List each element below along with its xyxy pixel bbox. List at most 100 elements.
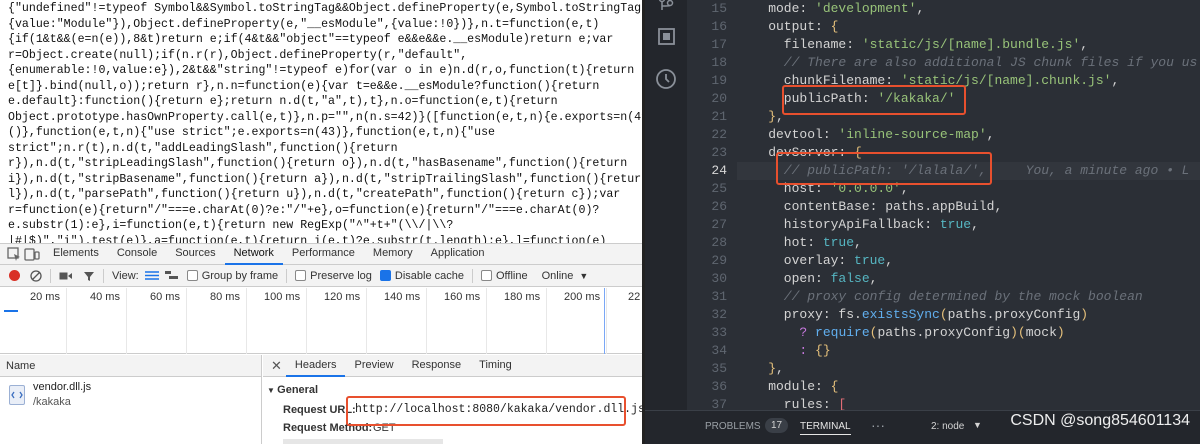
line-number: 15 bbox=[711, 1, 727, 16]
tab-timing[interactable]: Timing bbox=[470, 355, 521, 377]
tab-headers[interactable]: Headers bbox=[285, 355, 346, 377]
problems-count-badge: 17 bbox=[765, 418, 789, 433]
source-line: e[t]}.bind(null,o));return r},n.n=functi… bbox=[8, 79, 600, 93]
request-url-label: Request URL: bbox=[283, 404, 356, 416]
preserve-log-checkbox[interactable] bbox=[295, 270, 307, 281]
tab-performance[interactable]: Performance bbox=[283, 243, 364, 265]
line-number: 28 bbox=[711, 235, 727, 250]
source-line: |#|$)","i").test(e)},a=function(e,t){ret… bbox=[8, 234, 607, 244]
tab-console[interactable]: Console bbox=[108, 243, 166, 265]
source-line: ()},function(e,t,n){"use strict";e.expor… bbox=[8, 126, 496, 139]
code-editor-pane: mode: 'development', output: { filename:… bbox=[645, 0, 1200, 444]
tab-preview[interactable]: Preview bbox=[345, 355, 402, 377]
inspect-element-icon[interactable] bbox=[6, 246, 22, 262]
line-number: 21 bbox=[711, 109, 727, 124]
line-number: 32 bbox=[711, 307, 727, 322]
video-capture-icon[interactable] bbox=[59, 270, 73, 282]
source-line: strict";n.r(t),n.d(t,"addLeadingSlash",f… bbox=[8, 141, 398, 155]
tab-elements[interactable]: Elements bbox=[44, 243, 108, 265]
timeline-request-bar bbox=[4, 310, 18, 312]
timeline-load-marker bbox=[604, 288, 605, 354]
close-icon[interactable]: ✕ bbox=[271, 358, 282, 374]
line-number: 23 bbox=[711, 145, 727, 160]
devtools-tab-bar: Elements Console Sources Network Perform… bbox=[0, 243, 642, 265]
source-line: r}),n.d(t,"stripLeadingSlash",function()… bbox=[8, 157, 628, 170]
source-line: e.substr(1):e},i=function(e,t){return ne… bbox=[8, 219, 454, 232]
chevron-down-icon[interactable]: ▼ bbox=[579, 271, 588, 281]
source-line: Object.prototype.hasOwnProperty.call(e,t… bbox=[8, 110, 642, 124]
request-list: Name vendor.dll.js /kakaka bbox=[0, 355, 262, 444]
timeline-tick: 60 ms bbox=[150, 291, 180, 303]
line-number: 36 bbox=[711, 379, 727, 394]
request-file-path: /kakaka bbox=[33, 396, 71, 408]
disable-cache-label: Disable cache bbox=[394, 269, 464, 282]
line-number: 20 bbox=[711, 91, 727, 106]
source-line: r=Object.create(null);if(n.r(r),Object.d… bbox=[8, 48, 468, 62]
tab-memory[interactable]: Memory bbox=[364, 243, 422, 265]
line-number: 26 bbox=[711, 199, 727, 214]
group-by-frame-label: Group by frame bbox=[201, 269, 279, 282]
line-number: 30 bbox=[711, 271, 727, 286]
commented-publicpath-highlight-box bbox=[776, 152, 992, 185]
csdn-watermark: CSDN @song854601134 bbox=[1010, 412, 1190, 429]
source-line: {enumerable:!0,value:e}),2&t&&"string"!=… bbox=[8, 64, 635, 77]
line-number: 22 bbox=[711, 127, 727, 142]
git-blame-annotation: You, a minute ago bbox=[1025, 163, 1159, 178]
source-line: e.default}:function(){return e};return n… bbox=[8, 95, 558, 108]
tab-problems[interactable]: PROBLEMS bbox=[705, 421, 761, 432]
filter-icon[interactable] bbox=[83, 270, 95, 282]
timeline-tick: 180 ms bbox=[504, 291, 541, 303]
line-number: 29 bbox=[711, 253, 727, 268]
source-line: r=function(e){return"/"===e.charAt(0)?e:… bbox=[8, 203, 600, 217]
tab-terminal[interactable]: TERMINAL bbox=[800, 421, 851, 435]
timeline-tick: 20 ms bbox=[30, 291, 60, 303]
source-line: l}),n.d(t,"parsePath",function(){return … bbox=[8, 188, 621, 201]
waterfall-icon[interactable] bbox=[164, 270, 179, 281]
source-line: {value:"Module"}),Object.defineProperty(… bbox=[8, 17, 600, 31]
preserve-log-label: Preserve log bbox=[310, 269, 372, 282]
extensions-icon[interactable] bbox=[657, 27, 677, 52]
offline-label: Offline bbox=[495, 269, 528, 282]
history-icon[interactable] bbox=[655, 68, 677, 95]
source-line: {if(1&t&&(e=n(e)),8&t)return e;if(4&t&&"… bbox=[8, 33, 614, 46]
name-column-header[interactable]: Name bbox=[0, 355, 261, 377]
line-number: 18 bbox=[711, 55, 727, 70]
chevron-down-icon[interactable]: ▼ bbox=[973, 420, 982, 430]
clear-icon[interactable] bbox=[30, 269, 42, 282]
timeline-tick: 140 ms bbox=[384, 291, 421, 303]
more-actions-icon[interactable]: ··· bbox=[871, 417, 885, 433]
device-toolbar-icon[interactable] bbox=[24, 246, 40, 262]
line-number: 16 bbox=[711, 19, 727, 34]
tab-sources[interactable]: Sources bbox=[166, 243, 224, 265]
throttling-select[interactable]: Online bbox=[542, 270, 574, 282]
terminal-select[interactable]: 2: node bbox=[931, 421, 964, 432]
tab-response[interactable]: Response bbox=[403, 355, 471, 377]
timeline-tick: 120 ms bbox=[324, 291, 361, 303]
group-by-frame-checkbox[interactable] bbox=[186, 270, 198, 281]
line-number: 34 bbox=[711, 343, 727, 358]
code-area[interactable]: mode: 'development', output: { filename:… bbox=[737, 0, 1200, 412]
activity-bar bbox=[645, 0, 687, 410]
general-section-toggle[interactable]: ▼ General bbox=[267, 384, 318, 396]
offline-checkbox[interactable] bbox=[480, 270, 492, 281]
record-icon[interactable] bbox=[9, 270, 20, 281]
line-number: 31 bbox=[711, 289, 727, 304]
line-number: 33 bbox=[711, 325, 727, 340]
status-code-row bbox=[283, 439, 443, 444]
timeline-tick: 80 ms bbox=[210, 291, 240, 303]
details-tab-bar: ✕ Headers Preview Response Timing bbox=[263, 355, 642, 377]
git-icon[interactable] bbox=[656, 0, 676, 19]
line-number: 17 bbox=[711, 37, 727, 52]
network-timeline: 20 ms 40 ms 60 ms 80 ms 100 ms 120 ms 14… bbox=[0, 288, 642, 354]
table-row[interactable]: vendor.dll.js /kakaka bbox=[0, 377, 261, 413]
line-number: 27 bbox=[711, 217, 727, 232]
timeline-tick: 160 ms bbox=[444, 291, 481, 303]
request-file-name: vendor.dll.js bbox=[33, 381, 92, 393]
js-file-icon bbox=[9, 385, 25, 405]
line-number: 35 bbox=[711, 361, 727, 376]
large-rows-icon[interactable] bbox=[144, 270, 159, 281]
tab-network[interactable]: Network bbox=[224, 243, 283, 265]
tab-application[interactable]: Application bbox=[422, 243, 494, 265]
disable-cache-checkbox[interactable] bbox=[379, 270, 391, 281]
source-line: {"undefined"!=typeof Symbol&&Symbol.toSt… bbox=[8, 2, 642, 15]
